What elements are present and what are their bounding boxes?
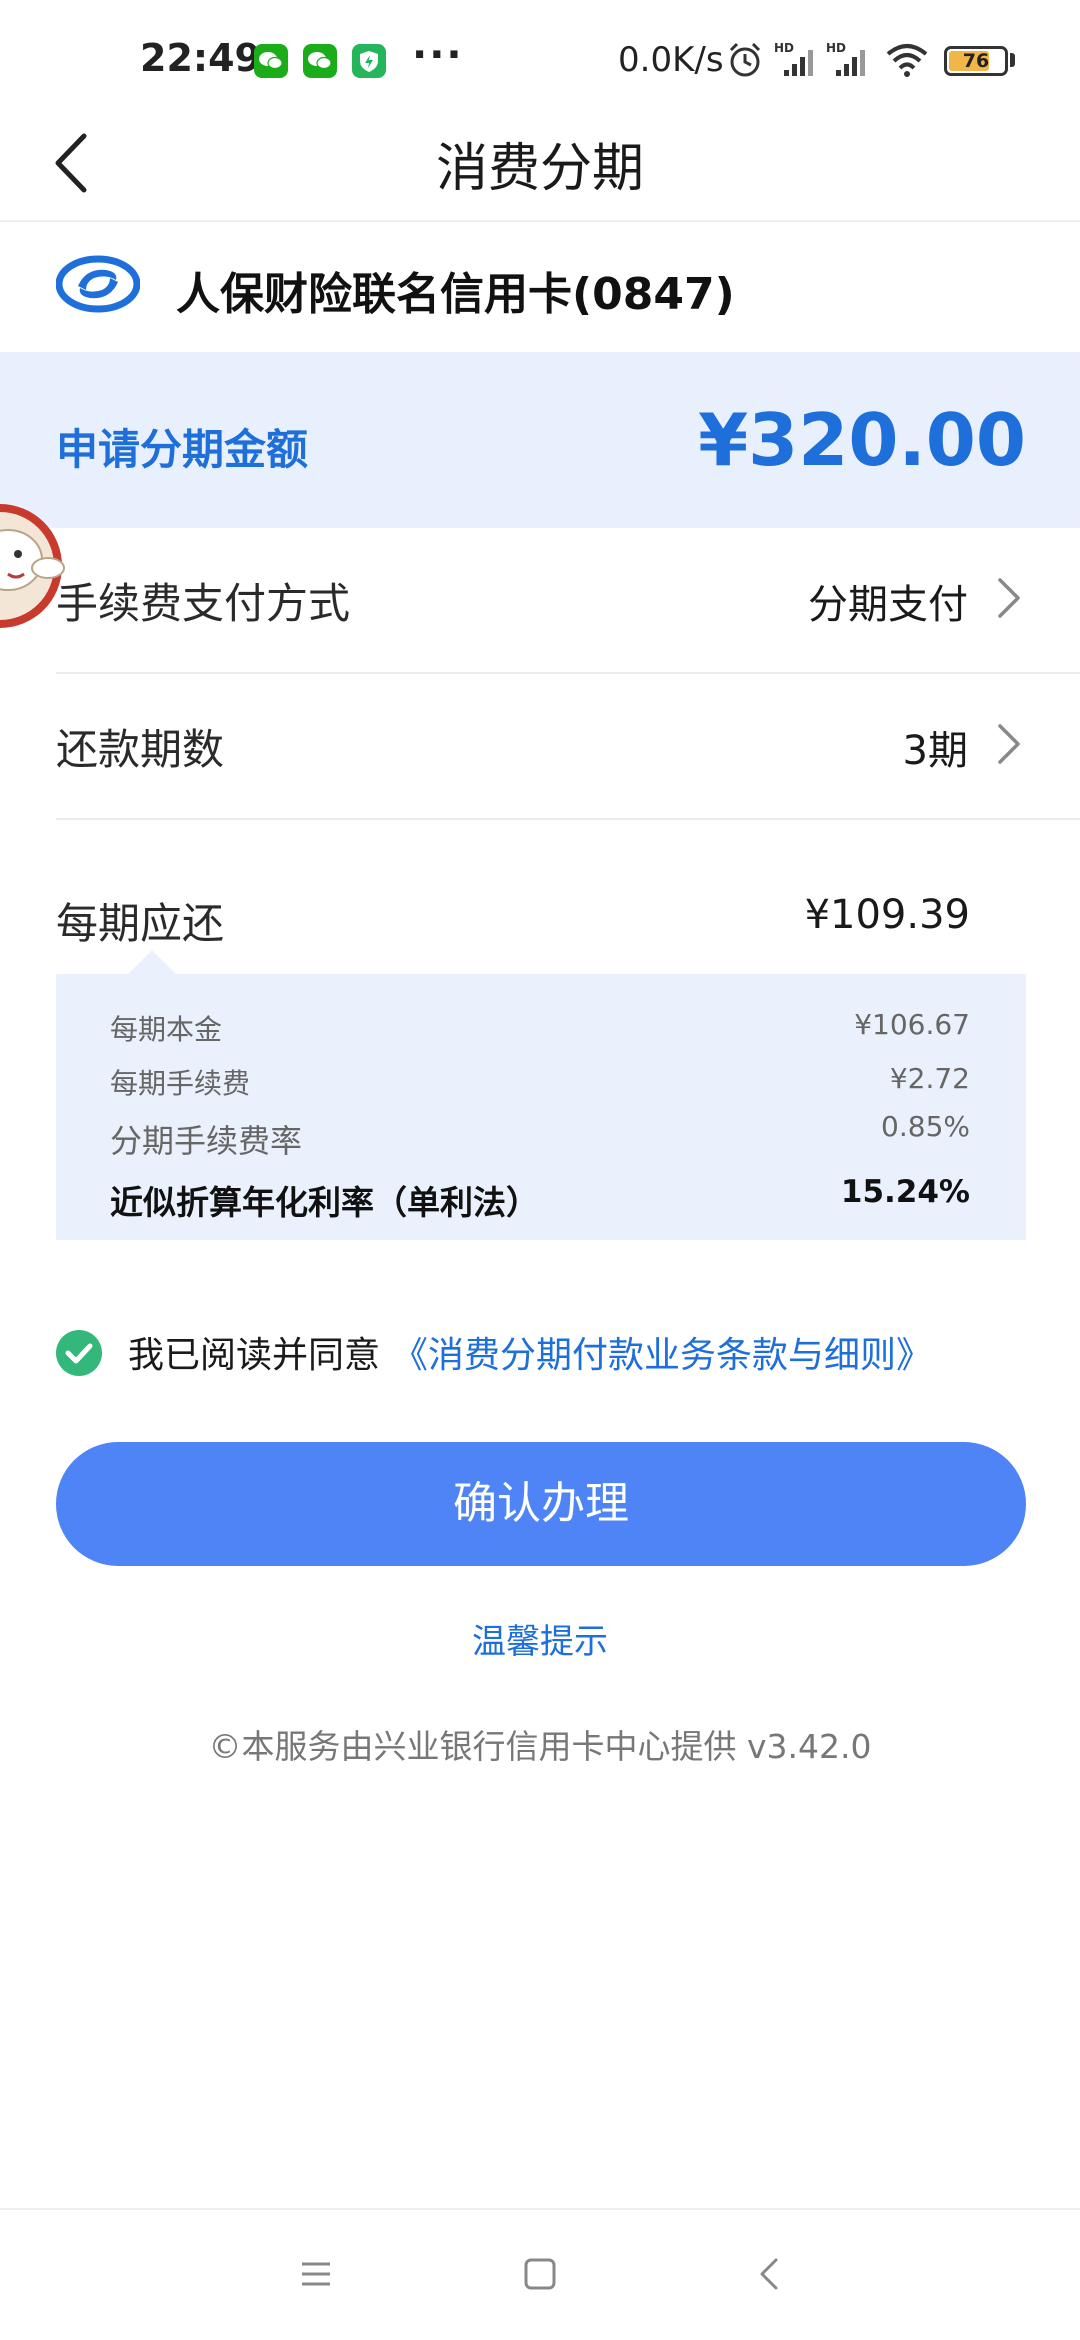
periods-value[interactable]: 3期 bbox=[903, 718, 968, 776]
wifi-icon bbox=[884, 40, 930, 84]
fee-label: 每期手续费 bbox=[110, 1067, 251, 1100]
apr-value: 15.24% bbox=[840, 1174, 970, 1210]
apr-label: 近似折算年化利率（单利法） bbox=[110, 1183, 539, 1222]
details-pointer bbox=[128, 950, 176, 974]
chevron-right-icon[interactable] bbox=[994, 576, 1024, 620]
footer-note: ©本服务由兴业银行信用卡中心提供 v3.42.0 bbox=[208, 1727, 872, 1766]
principal-label: 每期本金 bbox=[110, 1013, 223, 1046]
battery-icon: 76 bbox=[944, 46, 1008, 76]
home-icon[interactable] bbox=[522, 2256, 558, 2296]
battery-level: 76 bbox=[962, 50, 990, 72]
wechat-icon bbox=[254, 44, 288, 78]
fee-rate-value: 0.85% bbox=[881, 1110, 970, 1143]
row-divider bbox=[56, 672, 1080, 674]
status-more: ··· bbox=[412, 32, 464, 78]
wechat-icon bbox=[303, 44, 337, 78]
header-divider bbox=[0, 220, 1080, 222]
per-period-label: 每期应还 bbox=[56, 899, 225, 948]
svg-text:HD: HD bbox=[826, 41, 846, 55]
per-period-value: ¥109.39 bbox=[804, 892, 970, 938]
principal-value: ¥106.67 bbox=[854, 1008, 970, 1041]
agreement-checkbox-icon[interactable] bbox=[56, 1330, 102, 1376]
tips-link[interactable]: 温馨提示 bbox=[0, 1614, 1080, 1663]
row-divider bbox=[56, 818, 1080, 820]
card-name: 人保财险联名信用卡(0847) bbox=[176, 269, 735, 320]
svg-text:HD: HD bbox=[774, 41, 794, 55]
menu-icon[interactable] bbox=[298, 2256, 334, 2296]
hd-signal-icon: HD bbox=[774, 40, 820, 84]
bank-logo-icon bbox=[55, 254, 141, 314]
status-bar: 22:49 ··· 0.0K/s HD HD 76 bbox=[0, 0, 1080, 120]
status-time: 22:49 bbox=[140, 36, 261, 80]
battery-tip bbox=[1010, 53, 1015, 67]
agreement-link[interactable]: 《消费分期付款业务条款与细则》 bbox=[392, 1326, 932, 1378]
amount-label: 申请分期金额 bbox=[56, 425, 309, 474]
fee-method-label: 手续费支付方式 bbox=[56, 579, 351, 628]
alarm-icon bbox=[726, 40, 764, 84]
hd-signal-icon: HD bbox=[826, 40, 872, 84]
periods-label: 还款期数 bbox=[56, 725, 225, 774]
fee-method-value[interactable]: 分期支付 bbox=[808, 572, 968, 630]
chevron-right-icon[interactable] bbox=[994, 722, 1024, 766]
amount-value: ¥320.00 bbox=[698, 398, 1026, 482]
confirm-button[interactable]: 确认办理 bbox=[56, 1442, 1026, 1566]
fee-rate-label: 分期手续费率 bbox=[110, 1122, 303, 1160]
net-speed: 0.0K/s bbox=[618, 40, 724, 80]
security-app-icon bbox=[352, 44, 386, 78]
page-title: 消费分期 bbox=[435, 139, 644, 199]
agreement-text: 我已阅读并同意 bbox=[128, 1335, 381, 1376]
nav-back-icon[interactable] bbox=[752, 2256, 788, 2296]
fee-value: ¥2.72 bbox=[889, 1062, 970, 1095]
